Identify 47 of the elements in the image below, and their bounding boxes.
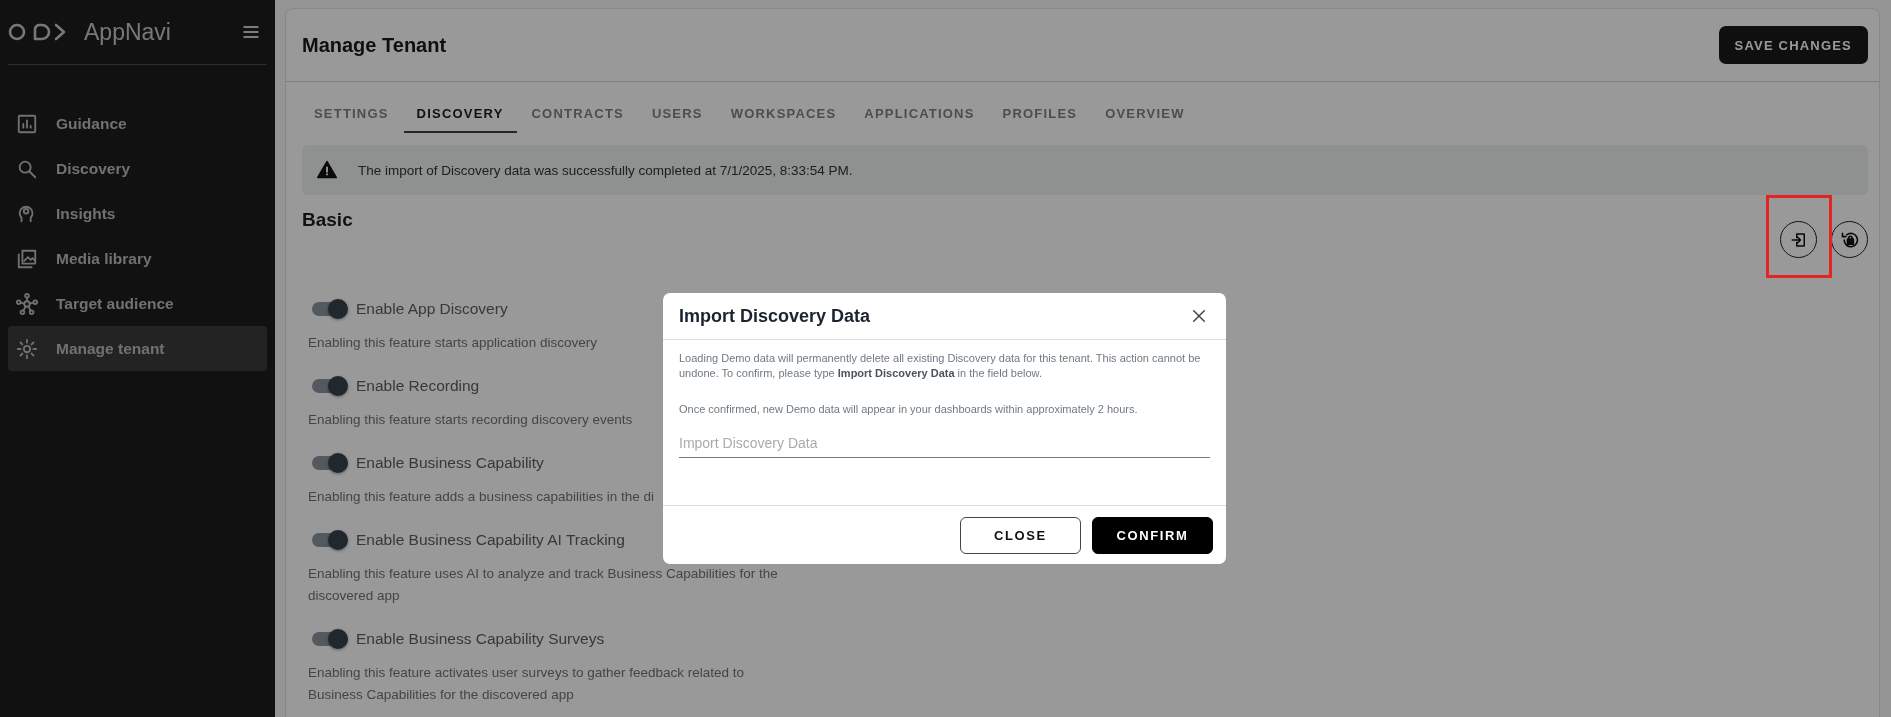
- images-icon: [16, 247, 38, 270]
- sidebar-item[interactable]: Guidance: [8, 101, 267, 146]
- sidebar-item[interactable]: Manage tenant: [8, 326, 267, 371]
- page-title: Manage Tenant: [302, 33, 447, 57]
- feature-label: Enable Business Capability AI Tracking: [356, 531, 625, 549]
- sidebar-item[interactable]: Discovery: [8, 146, 267, 191]
- feature-description: Enabling this feature uses AI to analyze and track Business Capabilities for the discovered app: [308, 565, 778, 605]
- sidebar-item[interactable]: Target audience: [8, 281, 267, 326]
- warning-icon: [316, 160, 338, 180]
- sidebar-item[interactable]: Insights: [8, 191, 267, 236]
- toggle-switch[interactable]: [312, 302, 346, 316]
- tab[interactable]: DISCOVERY: [403, 96, 517, 133]
- tab[interactable]: USERS: [638, 96, 716, 133]
- feature-label: Enable Recording: [356, 377, 480, 395]
- feature-description: Enabling this feature starts application discovery: [308, 334, 597, 352]
- sidebar-item[interactable]: Media library: [8, 236, 267, 281]
- toggle-switch[interactable]: [312, 379, 346, 393]
- close-icon: [1190, 307, 1208, 325]
- toggle-switch[interactable]: [312, 632, 346, 646]
- feature-description: Enabling this feature adds a business capabilities in the di: [308, 488, 654, 506]
- tab[interactable]: WORKSPACES: [717, 96, 850, 133]
- section-heading: Basic: [302, 209, 353, 231]
- confirmation-input[interactable]: Import Discovery Data: [679, 424, 1210, 458]
- network-icon: [16, 292, 38, 315]
- dialog-note: Once confirmed, new Demo data will appear in your dashboards within approximately 2 hours.: [679, 402, 1139, 417]
- dialog-title: Import Discovery Data: [679, 305, 871, 327]
- tab[interactable]: OVERVIEW: [1092, 96, 1198, 133]
- alert-message: The import of Discovery data was successfully completed at 7/1/2025, 8:33:54 PM.: [358, 162, 853, 178]
- chart-icon: [16, 112, 38, 135]
- import-icon: [1789, 230, 1808, 249]
- toggle-switch[interactable]: [312, 533, 346, 547]
- dialog-message: Loading Demo data will permanently delete all existing Discovery data for this tenant. This action cannot be undone. To confirm, please type Import Discovery Data in the field below.: [679, 351, 1202, 380]
- feature-label: Enable App Discovery: [356, 300, 508, 318]
- save-changes-button[interactable]: SAVE CHANGES: [1718, 26, 1868, 64]
- feature-description: Enabling this feature activates user surveys to gather feedback related to Business Capabilities for the discovered app: [308, 664, 745, 704]
- feature-description: Enabling this feature starts recording discovery events: [308, 411, 633, 429]
- tab[interactable]: SETTINGS: [301, 96, 402, 133]
- tab[interactable]: APPLICATIONS: [851, 96, 988, 133]
- toggle-switch[interactable]: [312, 456, 346, 470]
- feature-label: Enable Business Capability Surveys: [356, 630, 605, 648]
- close-button[interactable]: [1190, 307, 1208, 325]
- tab[interactable]: PROFILES: [989, 96, 1091, 133]
- tab[interactable]: CONTRACTS: [518, 96, 637, 133]
- feature-label: Enable Business Capability: [356, 454, 544, 472]
- app-name: AppNavi: [84, 18, 171, 46]
- close-dialog-button[interactable]: CLOSE: [960, 517, 1081, 554]
- confirm-button[interactable]: CONFIRM: [1092, 517, 1213, 554]
